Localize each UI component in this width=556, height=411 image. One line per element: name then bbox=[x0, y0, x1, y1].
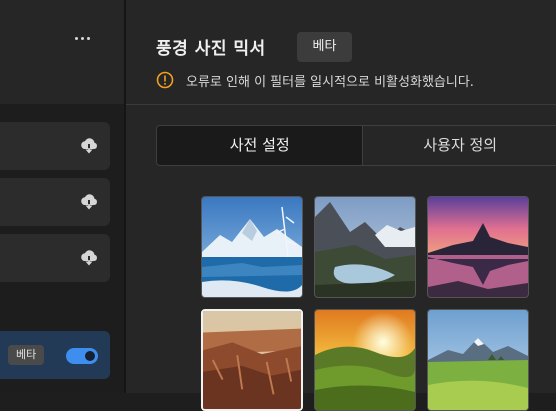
warning-icon bbox=[156, 71, 174, 89]
main-panel: 풍경 사진 믹서 베타 오류로 인해 이 필터를 일시적으로 비활성화했습니다.… bbox=[126, 0, 556, 411]
more-options-icon[interactable] bbox=[72, 28, 92, 48]
canyon-image bbox=[203, 311, 301, 409]
valley-river-image bbox=[315, 197, 415, 297]
beta-badge: 베타 bbox=[8, 345, 45, 365]
preset-thumbnail-valley-river[interactable] bbox=[314, 196, 416, 298]
filter-item-download-2[interactable] bbox=[0, 178, 110, 226]
beta-badge: 베타 bbox=[297, 32, 352, 62]
tab-presets[interactable]: 사전 설정 bbox=[157, 126, 363, 165]
left-panel: 베타 bbox=[0, 0, 124, 393]
cloud-download-icon[interactable] bbox=[79, 192, 99, 212]
filter-item-download-1[interactable] bbox=[0, 122, 110, 170]
left-panel-header bbox=[0, 0, 124, 104]
preset-thumbnail-sunset-hills[interactable] bbox=[314, 309, 416, 411]
header-divider bbox=[126, 104, 556, 105]
filter-item-download-3[interactable] bbox=[0, 234, 110, 282]
filter-toggle[interactable] bbox=[66, 348, 98, 364]
preset-thumbnail-canyon[interactable] bbox=[201, 309, 303, 411]
cloud-download-icon[interactable] bbox=[79, 248, 99, 268]
tab-custom[interactable]: 사용자 정의 bbox=[362, 126, 556, 165]
toggle-knob bbox=[85, 351, 95, 361]
page-title: 풍경 사진 믹서 bbox=[156, 39, 266, 59]
sunset-hills-image bbox=[315, 310, 415, 410]
preset-thumbnail-snowy-lake[interactable] bbox=[201, 196, 303, 298]
preset-thumbnail-peak-reflection[interactable] bbox=[427, 196, 529, 298]
snowy-lake-image bbox=[202, 197, 302, 297]
meadow-mountains-image bbox=[428, 310, 528, 410]
mode-tabs: 사전 설정 사용자 정의 bbox=[156, 125, 556, 166]
cloud-download-icon[interactable] bbox=[79, 136, 99, 156]
preset-thumbnail-meadow-mountains[interactable] bbox=[427, 309, 529, 411]
peak-reflection-image bbox=[428, 197, 528, 297]
warning-message: 오류로 인해 이 필터를 일시적으로 비활성화했습니다. bbox=[186, 75, 474, 90]
filter-item-landscape-mixer[interactable]: 베타 bbox=[0, 331, 110, 379]
